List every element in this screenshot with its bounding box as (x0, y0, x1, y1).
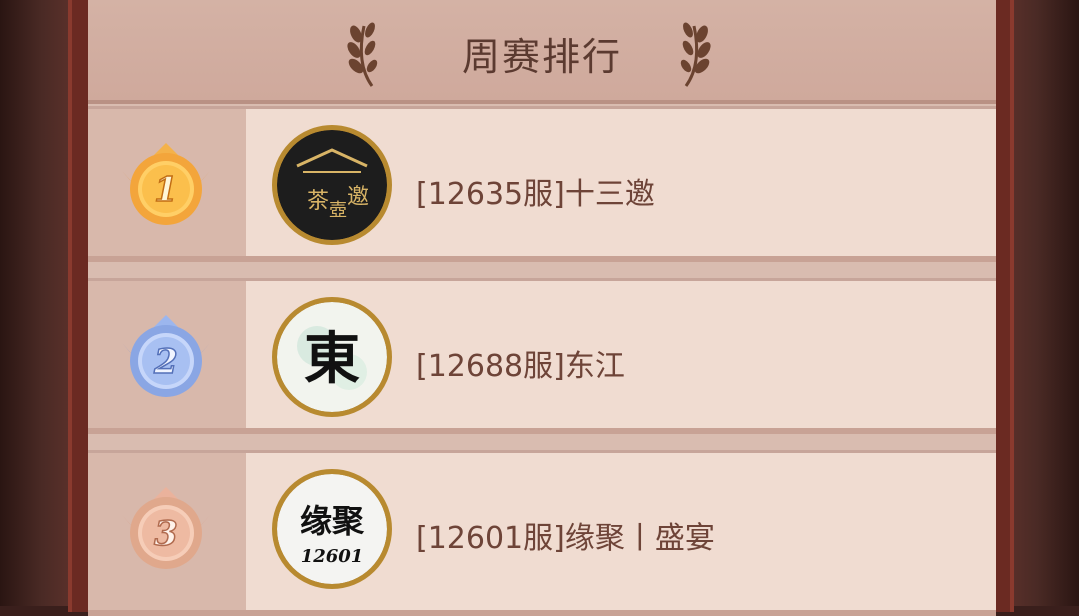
rank-number: 3 (154, 514, 178, 554)
background-left (0, 0, 70, 606)
guild-avatar[interactable]: 東 (272, 297, 392, 417)
page-title: 周赛排行 (461, 35, 622, 79)
svg-text:缘聚: 缘聚 (300, 502, 365, 540)
ranking-header: 周赛排行 (88, 0, 996, 104)
guild-avatar[interactable]: 缘聚 12601 (272, 469, 392, 589)
ranking-row-2[interactable]: 2 東 [12688服]东江 (88, 278, 996, 434)
silver-medal-icon: 2 (122, 315, 210, 397)
bronze-medal-icon: 3 (122, 487, 210, 569)
svg-text:東: 東 (304, 326, 360, 392)
dong-calligraphy-emblem-icon: 東 (277, 302, 387, 412)
tea-guild-emblem-icon: 茶 壺 邀 (277, 130, 387, 240)
guild-name: [12601服]缘聚丨盛宴 (416, 521, 715, 556)
svg-text:茶: 茶 (307, 189, 329, 214)
rank-number: 2 (153, 342, 178, 382)
yuanju-emblem-icon: 缘聚 12601 (277, 474, 387, 584)
guild-name: [12688服]东江 (416, 349, 625, 384)
background-right (1009, 0, 1079, 606)
laurel-right-icon (680, 22, 711, 87)
rank-number: 1 (154, 170, 178, 210)
ranking-row-1[interactable]: 1 茶 壺 邀 [12635服]十三邀 (88, 106, 996, 262)
guild-name: [12635服]十三邀 (416, 177, 655, 212)
ranking-row-3[interactable]: 3 缘聚 12601 [12601服]缘聚丨盛宴 (88, 450, 996, 616)
guild-avatar[interactable]: 茶 壺 邀 (272, 125, 392, 245)
avatar-caption: 12601 (301, 546, 364, 567)
svg-text:壺: 壺 (329, 200, 347, 221)
gold-medal-icon: 1 (122, 143, 210, 225)
svg-text:邀: 邀 (347, 185, 369, 210)
